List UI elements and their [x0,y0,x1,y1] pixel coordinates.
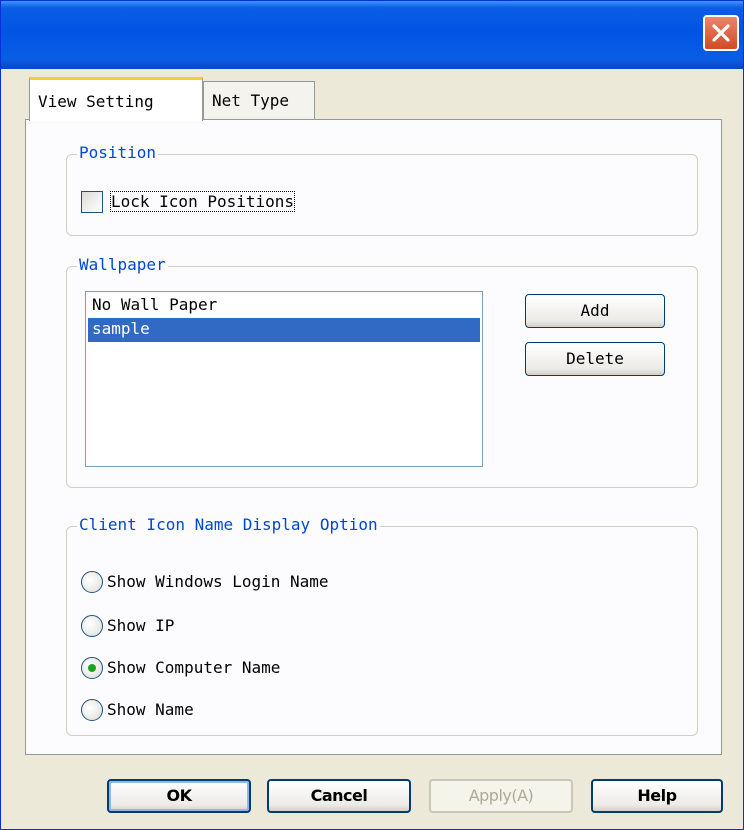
delete-button[interactable]: Delete [525,342,665,376]
wallpaper-group-title: Wallpaper [77,255,168,274]
show-ip-radio[interactable] [81,615,103,637]
apply-button[interactable]: Apply(A) [429,779,573,813]
title-bar[interactable] [1,1,743,69]
help-button[interactable]: Help [591,779,723,813]
tab-view-setting-label: View Setting [38,92,154,111]
position-group-title: Position [77,143,159,162]
show-computer-name-radio[interactable] [81,657,103,679]
wallpaper-list-item-selected[interactable]: sample [88,318,480,342]
wallpaper-list-item[interactable]: No Wall Paper [88,294,480,318]
dialog-window: View Setting Net Type Position Lock Icon… [0,0,744,830]
wallpaper-list[interactable]: No Wall Paper sample [85,291,483,467]
tab-panel: Position Lock Icon Positions Wallpaper N… [25,119,722,755]
ok-button[interactable]: OK [107,779,251,813]
radio-selected-dot [88,664,96,672]
tab-net-type-label: Net Type [212,91,290,110]
tab-net-type[interactable]: Net Type [203,81,315,121]
tab-view-setting[interactable]: View Setting [29,77,203,121]
show-name-label[interactable]: Show Name [107,700,194,719]
display-option-group-title: Client Icon Name Display Option [77,515,380,534]
display-option-group: Client Icon Name Display Option Show Win… [66,515,698,736]
show-name-radio[interactable] [81,699,103,721]
lock-icon-positions-label[interactable]: Lock Icon Positions [109,191,296,212]
show-computer-name-label[interactable]: Show Computer Name [107,658,280,677]
position-group: Position Lock Icon Positions [66,143,698,236]
show-windows-login-name-radio[interactable] [81,571,103,593]
show-ip-label[interactable]: Show IP [107,616,174,635]
add-button[interactable]: Add [525,294,665,328]
wallpaper-group: Wallpaper No Wall Paper sample Add Delet… [66,255,698,488]
close-button[interactable] [703,15,739,51]
show-windows-login-name-label[interactable]: Show Windows Login Name [107,572,329,591]
lock-icon-positions-checkbox[interactable] [81,191,103,213]
cancel-button[interactable]: Cancel [267,779,411,813]
